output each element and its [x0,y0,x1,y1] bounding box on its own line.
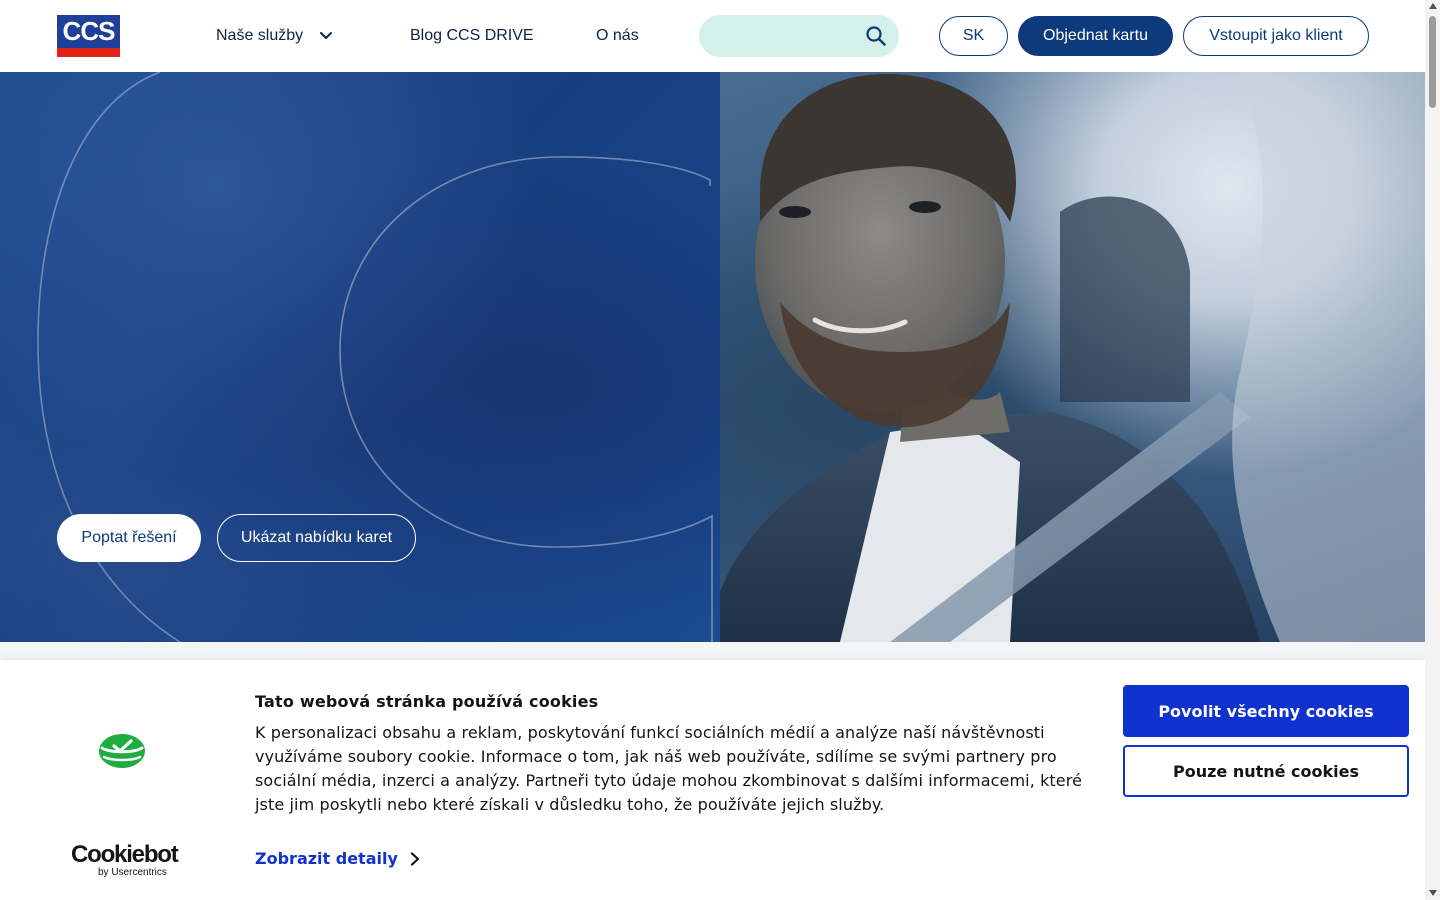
hero-photo-driver [720,72,1425,642]
request-solution-button[interactable]: Poptat řešení [57,514,201,562]
client-login-button[interactable]: Vstoupit jako klient [1183,16,1369,56]
scrollbar-thumb[interactable] [1429,16,1436,108]
necessary-cookies-button[interactable]: Pouze nutné cookies [1123,745,1409,797]
hero-section: Poptat řešení Ukázat nabídku karet [0,72,1425,642]
cookie-title: Tato webová stránka používá cookies [255,692,599,711]
nav-services[interactable]: Naše služby [216,24,332,48]
show-details-link[interactable]: Zobrazit detaily [255,849,420,868]
scroll-up-arrow-icon[interactable] [1428,3,1437,9]
page-scrollbar[interactable] [1425,0,1440,900]
show-cards-button[interactable]: Ukázat nabídku karet [217,514,416,562]
ccs-logo[interactable]: CCS [57,15,120,57]
cookiebot-brand-sub: by Usercentrics [98,867,167,878]
section-divider-strip [0,642,1425,660]
cookiebot-brand: Cookiebot [71,841,179,868]
site-header: CCS Naše služby Blog CCS DRIVE O nás SK … [0,0,1425,72]
allow-all-cookies-button[interactable]: Povolit všechny cookies [1123,685,1409,737]
cookie-description: K personalizaci obsahu a reklam, poskyto… [255,723,1083,814]
cookie-banner: Cookiebot by Usercentrics Tato webová st… [0,660,1425,900]
hero-left-panel: Poptat řešení Ukázat nabídku karet [0,72,720,642]
logo-text: CCS [62,16,116,46]
nav-services-label: Naše služby [216,27,304,44]
order-card-button[interactable]: Objednat kartu [1018,16,1173,56]
driver-portrait-illustration [720,72,1425,642]
show-details-label: Zobrazit detaily [255,849,398,868]
cookiebot-wordmark[interactable]: Cookiebot by Usercentrics [71,841,179,879]
search-icon[interactable] [865,25,887,47]
chevron-down-icon [320,32,332,39]
language-sk-button[interactable]: SK [939,16,1008,56]
cookiebot-logo-icon [99,734,145,768]
nav-blog[interactable]: Blog CCS DRIVE [410,24,534,48]
search-box [699,15,899,57]
scroll-down-arrow-icon[interactable] [1428,890,1437,896]
chevron-right-icon [410,851,420,866]
search-input[interactable] [717,15,857,57]
nav-about[interactable]: O nás [596,24,639,48]
logo-red-stripe [57,48,120,57]
